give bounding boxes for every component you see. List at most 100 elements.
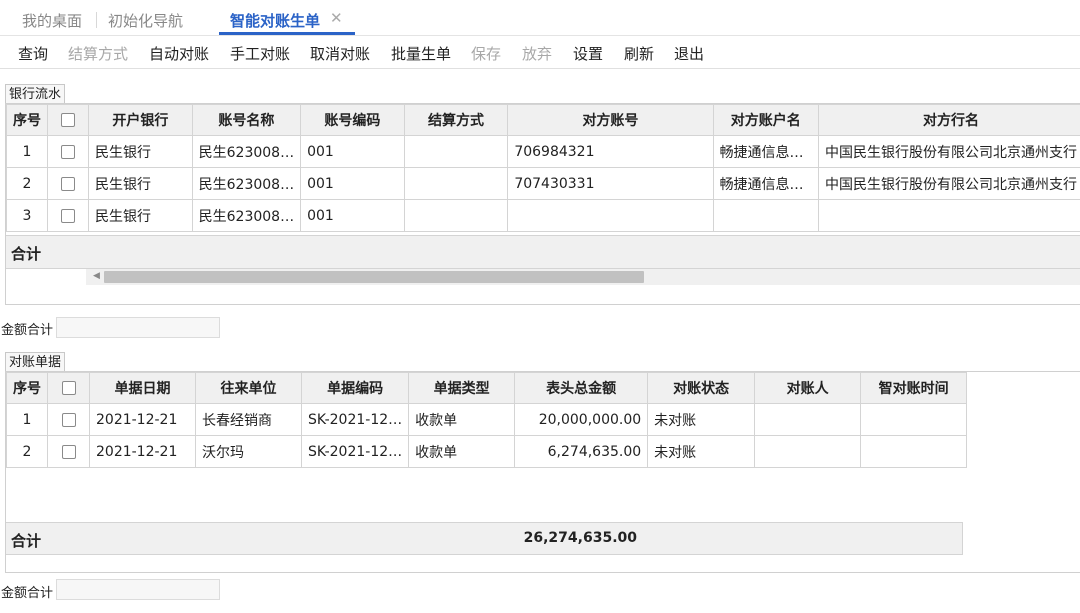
checkbox-icon[interactable] [61,176,76,191]
table-row[interactable]: 1 民生银行 民生623008… 001 706984321 畅捷通信息… 中国… [6,135,1080,168]
col-header-reconcile-time[interactable]: 智对账时间 [860,372,968,404]
bank-total-row: 合计 [6,235,1080,269]
table-row[interactable]: 2 2021-12-21 沃尔玛 SK-2021-12… 收款单 6,274,6… [6,435,968,468]
settle-method-button[interactable]: 结算方式 [68,43,128,64]
total-label: 合计 [11,245,42,263]
cell-reconcile-status: 未对账 [647,435,756,468]
cell-account-name: 民生623008… [191,199,302,232]
cell-opp-account-name [712,199,819,232]
cell-account-code: 001 [300,199,405,232]
docs-table: 序号 单据日期 往来单位 单据编码 单据类型 表头总金额 对账状态 对账人 智对… [6,372,968,468]
tab-bar: 我的桌面 初始化导航 智能对账生单 ✕ [0,0,1080,36]
docs-total-row: 合计 26,274,635.00 [6,522,963,555]
table-row[interactable]: 2 民生银行 民生623008… 001 707430331 畅捷通信息… 中国… [6,167,1080,200]
col-header-account-name[interactable]: 账号名称 [191,104,302,136]
table-row[interactable]: 3 民生银行 民生623008… 001 [6,199,1080,232]
cell-settle-method[interactable] [403,167,509,200]
row-checkbox[interactable] [47,403,90,436]
row-checkbox[interactable] [46,135,90,168]
tab-smart-reconcile[interactable]: 智能对账生单 [230,10,320,31]
cell-reconciler [754,435,862,468]
col-header-index: 序号 [6,104,48,136]
col-header-index: 序号 [6,372,48,404]
cell-total-amount: 6,274,635.00 [514,435,649,468]
cell-opp-account-name: 畅捷通信息… [712,167,819,200]
cell-settle-method[interactable] [403,199,509,232]
col-header-reconcile-status[interactable]: 对账状态 [647,372,756,404]
checkbox-icon[interactable] [61,144,76,159]
col-header-counterparty[interactable]: 往来单位 [195,372,302,404]
cell-doc-code: SK-2021-12… [300,435,410,468]
bank-section-label: 银行流水 [5,84,66,103]
scrollbar-thumb[interactable] [104,271,644,283]
col-header-opp-account-name[interactable]: 对方账户名 [712,104,819,136]
save-button[interactable]: 保存 [471,43,501,64]
cell-total-amount: 20,000,000.00 [514,403,649,436]
batch-generate-button[interactable]: 批量生单 [391,43,451,64]
checkbox-icon[interactable] [61,444,76,459]
cell-account-code: 001 [300,135,405,168]
row-index: 1 [6,403,48,436]
col-header-reconciler[interactable]: 对账人 [754,372,862,404]
row-checkbox[interactable] [47,435,90,468]
table-row[interactable]: 1 2021-12-21 长春经销商 SK-2021-12… 收款单 20,00… [6,403,968,436]
col-header-opp-bank[interactable]: 对方行名 [817,104,1080,136]
cell-bank: 民生银行 [88,199,193,232]
checkbox-icon[interactable] [61,113,76,127]
docs-amount-sum-field [56,579,220,600]
scroll-left-icon[interactable]: ◀ [93,271,100,281]
cell-doc-date: 2021-12-21 [89,435,196,468]
tab-my-desktop[interactable]: 我的桌面 [22,10,82,31]
auto-reconcile-button[interactable]: 自动对账 [149,43,209,64]
col-header-account-code[interactable]: 账号编码 [300,104,405,136]
cell-doc-type: 收款单 [408,403,516,436]
row-index: 3 [6,199,48,232]
horizontal-scrollbar[interactable]: ◀ [86,269,1080,285]
docs-header-row: 序号 单据日期 往来单位 单据编码 单据类型 表头总金额 对账状态 对账人 智对… [6,372,968,404]
row-checkbox[interactable] [46,167,90,200]
col-header-bank[interactable]: 开户银行 [88,104,193,136]
row-index: 1 [6,135,48,168]
refresh-button[interactable]: 刷新 [624,43,654,64]
col-header-doc-type[interactable]: 单据类型 [408,372,516,404]
manual-reconcile-button[interactable]: 手工对账 [230,43,290,64]
col-header-total-amount[interactable]: 表头总金额 [514,372,649,404]
cell-opp-account: 707430331 [507,167,714,200]
tab-init-nav[interactable]: 初始化导航 [108,10,183,31]
row-checkbox[interactable] [46,199,90,232]
cell-opp-bank: 中国民生银行股份有限公司北京通州支行 [817,135,1080,168]
query-button[interactable]: 查询 [18,43,48,64]
tab-divider [96,12,97,28]
checkbox-icon[interactable] [61,381,76,395]
bank-amount-sum-label: 金额合计 [1,323,54,338]
col-header-doc-code[interactable]: 单据编码 [300,372,410,404]
col-header-doc-date[interactable]: 单据日期 [89,372,196,404]
cell-account-name: 民生623008… [191,135,302,168]
bank-table: 序号 开户银行 账号名称 账号编码 结算方式 对方账号 对方账户名 对方行名 1… [6,104,1080,232]
cancel-reconcile-button[interactable]: 取消对账 [310,43,370,64]
cell-bank: 民生银行 [88,167,193,200]
checkbox-icon[interactable] [61,412,76,427]
exit-button[interactable]: 退出 [674,43,704,64]
cell-reconcile-time [860,435,968,468]
total-label: 合计 [11,532,42,550]
cell-reconcile-time [860,403,968,436]
cell-counterparty: 长春经销商 [195,403,302,436]
select-all-checkbox[interactable] [47,372,90,404]
toolbar: 查询 结算方式 自动对账 手工对账 取消对账 批量生单 保存 放弃 设置 刷新 … [0,37,1080,69]
cell-opp-account [507,199,714,232]
close-icon[interactable]: ✕ [330,9,343,27]
col-header-settle-method[interactable]: 结算方式 [403,104,509,136]
cell-counterparty: 沃尔玛 [195,435,302,468]
cell-settle-method[interactable] [403,135,509,168]
cell-doc-code: SK-2021-12… [300,403,410,436]
col-header-opp-account[interactable]: 对方账号 [507,104,714,136]
settings-button[interactable]: 设置 [573,43,603,64]
checkbox-icon[interactable] [61,208,76,223]
bank-header-row: 序号 开户银行 账号名称 账号编码 结算方式 对方账号 对方账户名 对方行名 [6,104,1080,136]
bank-grid: 序号 开户银行 账号名称 账号编码 结算方式 对方账号 对方账户名 对方行名 1… [5,103,1080,305]
docs-amount-sum-label: 金额合计 [1,586,54,601]
discard-button[interactable]: 放弃 [522,43,552,64]
row-index: 2 [6,435,48,468]
select-all-checkbox[interactable] [46,104,90,136]
